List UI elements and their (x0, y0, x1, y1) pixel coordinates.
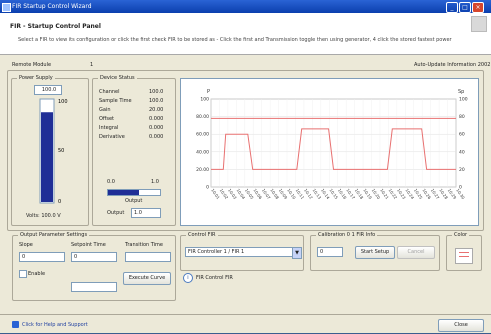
y-tick-label: 20.00 (196, 167, 209, 173)
y2-axis-label: Sp (458, 89, 464, 95)
page-title: FIR - Startup Control Panel (10, 23, 101, 30)
power-scale-mid: 50 (58, 148, 64, 154)
execute-curve-button[interactable]: Execute Curve (123, 272, 171, 285)
device-status-label: Device Status (98, 75, 137, 81)
power-supply-label: Power Supply (17, 75, 55, 81)
power-top-value: 100.0 (34, 85, 62, 95)
output-value-field[interactable]: 1.0 (131, 208, 161, 218)
color-label: Color (452, 232, 470, 238)
y2-tick-label: 100 (459, 97, 468, 103)
device-row-value: 0.000 (149, 134, 164, 140)
y-axis-label: P (207, 89, 210, 95)
control-fir-label: Control FIR (186, 232, 218, 238)
help-icon (12, 321, 19, 328)
device-row-name: Offset (99, 116, 115, 122)
color-swatch[interactable] (455, 248, 473, 264)
info-icon: i (183, 273, 193, 283)
range-max: 1.0 (151, 179, 159, 185)
y2-tick-label: 80 (459, 114, 465, 120)
close-button[interactable]: Close (438, 319, 484, 332)
slider-caption: Output (125, 198, 143, 204)
device-row-name: Channel (99, 89, 120, 95)
power-scale-bottom: 0 (58, 199, 61, 205)
plot-area (210, 98, 457, 188)
output-label: Output (107, 210, 125, 216)
param-a-field[interactable]: 0 (19, 252, 65, 262)
y-tick-label: 100 (200, 97, 209, 103)
power-scale-top: 100 (58, 99, 68, 105)
device-row-name: Sample Time (99, 98, 132, 104)
power-supply-group: Power Supply 100.0 100 50 0 Volts: 100.0… (11, 75, 89, 226)
enable-checkbox[interactable] (19, 270, 27, 278)
enable-label: Enable (28, 271, 46, 277)
line-chart: 10080.0060.0040.0020.00010080604020010:0… (196, 89, 468, 201)
param-col-a: Slope (19, 242, 33, 248)
help-link[interactable]: Click for Help and Support (22, 322, 88, 328)
param-col-b: Setpoint Time (71, 242, 106, 248)
device-row-value: 20.00 (149, 107, 164, 113)
y-tick-label: 40.00 (196, 149, 209, 155)
chart-panel: 100 80.00 60.00 40.00 20.00 0 100 80 60 40 20 0 10:0… (180, 78, 479, 226)
color-group: Color (446, 232, 482, 271)
window-title: FIR Startup Control Wizard (12, 3, 92, 10)
startup-control-window: FIR Startup Control Wizard _ □ × FIR - S… (0, 0, 491, 333)
y2-tick-label: 20 (459, 167, 465, 173)
device-row-name: Gain (99, 107, 111, 113)
param-b-field[interactable]: 0 (71, 252, 117, 262)
remote-module-value: 1 (90, 62, 94, 68)
calibration-label: Calibration 0 1 FIR Info (316, 232, 378, 238)
app-icon (2, 3, 11, 12)
param-extra-field[interactable] (71, 282, 117, 292)
start-setup-button[interactable]: Start Setup (355, 246, 395, 259)
y-tick-label: 60.00 (196, 132, 209, 138)
param-col-c: Transition Time (125, 242, 164, 248)
control-fir-select[interactable]: FIR Controller 1 / FIR 1 (185, 247, 293, 257)
param-settings-label: Output Parameter Settings (18, 232, 90, 238)
output-slider[interactable] (107, 189, 161, 196)
footer: Click for Help and Support Close (0, 314, 491, 334)
control-fir-group: Control FIR FIR Controller 1 / FIR 1 ▼ (180, 232, 304, 271)
minimize-icon[interactable]: _ (446, 2, 458, 13)
x-tick-label: 10:30 (455, 188, 466, 201)
device-row-value: 100.0 (149, 98, 164, 104)
title-bar: FIR Startup Control Wizard _ □ × (0, 0, 491, 13)
param-settings-group: Output Parameter Settings Slope Setpoint… (12, 232, 176, 301)
device-row-value: 100.0 (149, 89, 164, 95)
maximize-icon[interactable]: □ (459, 2, 471, 13)
y-tick-label: 80.00 (196, 114, 209, 120)
calibration-group: Calibration 0 1 FIR Info 0 Start Setup C… (310, 232, 440, 271)
power-bottom-value: Volts: 100.0 V (26, 213, 61, 219)
chevron-down-icon[interactable]: ▼ (292, 247, 302, 259)
header-panel: FIR - Startup Control Panel Select a FIR… (0, 13, 491, 55)
header-logo (471, 16, 487, 32)
power-gauge-fill (41, 112, 53, 202)
control-fir-option: FIR Control FIR (196, 275, 233, 281)
page-subtitle: Select a FIR to view its configuration o… (18, 37, 452, 43)
device-row-value: 0.000 (149, 125, 164, 131)
y2-tick-label: 60 (459, 132, 465, 138)
power-level-gauge: 100 50 0 (39, 98, 68, 205)
param-c-field[interactable] (125, 252, 171, 262)
device-status-group: Device Status Channel 100.0 Sample Time 100… (92, 75, 176, 226)
device-row-name: Derivative (99, 134, 125, 140)
output-slider-fill (108, 190, 140, 195)
device-row-value: 0.000 (149, 116, 164, 122)
cancel-button[interactable]: Cancel (397, 246, 435, 259)
main-frame: Power Supply 100.0 100 50 0 Volts: 100.0… (7, 70, 484, 231)
calibration-field[interactable]: 0 (317, 247, 343, 257)
y2-tick-label: 40 (459, 149, 465, 155)
remote-module-label: Remote Module (12, 62, 52, 68)
auto-update-text: Auto-Update Information 2002 (414, 62, 491, 68)
device-row-name: Integral (99, 125, 119, 131)
close-icon[interactable]: × (472, 2, 484, 13)
y-tick-label: 0 (206, 185, 209, 191)
range-min: 0.0 (107, 179, 115, 185)
